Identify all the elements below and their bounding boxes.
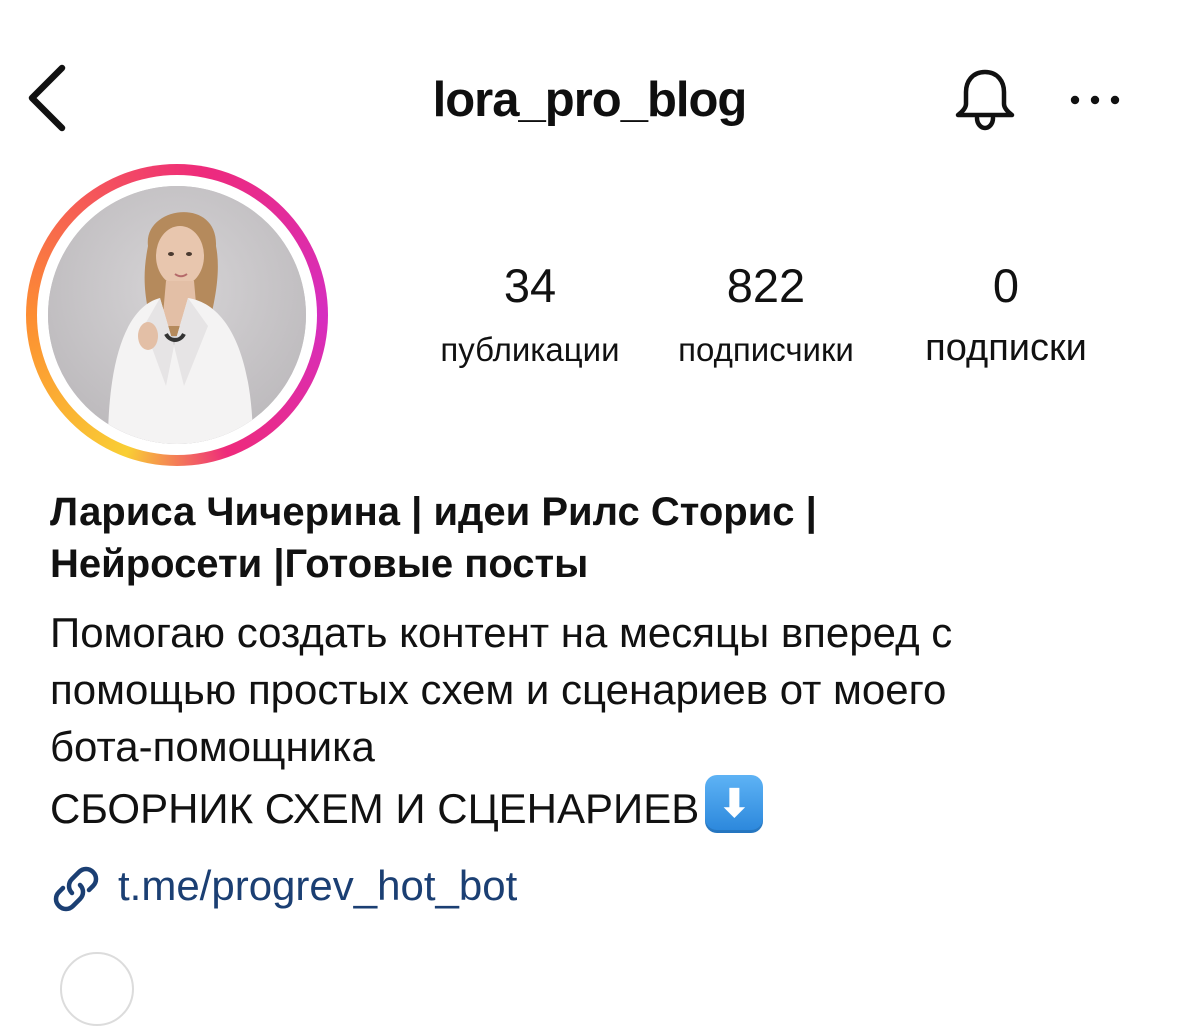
bio-line-with-emoji: СБОРНИК СХЕМ И СЦЕНАРИЕВ ⬇ bbox=[50, 775, 1160, 837]
more-options-button[interactable] bbox=[1062, 78, 1128, 122]
following-label: подписки bbox=[925, 327, 1087, 369]
profile-name-line-1: Лариса Чичерина | идеи Рилс Сторис | bbox=[50, 490, 817, 534]
highlight-circle[interactable] bbox=[60, 952, 134, 1026]
bio-line: СБОРНИК СХЕМ И СЦЕНАРИЕВ bbox=[50, 785, 700, 832]
following-count: 0 bbox=[992, 259, 1020, 312]
bio-line: бота-помощника bbox=[50, 723, 375, 770]
link-icon bbox=[53, 866, 99, 912]
profile-name: Лариса Чичерина | идеи Рилс Сторис | Ней… bbox=[50, 486, 1150, 590]
back-button[interactable] bbox=[22, 60, 74, 136]
notifications-button[interactable] bbox=[947, 60, 1023, 136]
avatar[interactable] bbox=[48, 186, 306, 444]
bio-link-text[interactable]: t.me/progrev_hot_bot bbox=[118, 858, 517, 914]
posts-stat[interactable]: 34 bbox=[440, 258, 620, 314]
avatar-photo bbox=[48, 186, 306, 444]
followers-stat[interactable]: 822 bbox=[676, 258, 856, 314]
bell-icon bbox=[955, 69, 1015, 131]
profile-bio: Помогаю создать контент на месяцы вперед… bbox=[50, 604, 1160, 837]
down-arrow-glyph: ⬇ bbox=[717, 782, 752, 826]
profile-name-line-2: Нейросети |Готовые посты bbox=[50, 542, 589, 586]
followers-count: 822 bbox=[726, 259, 806, 312]
down-arrow-emoji-icon: ⬇ bbox=[705, 775, 764, 833]
bio-line: помощью простых схем и сценариев от моег… bbox=[50, 666, 947, 713]
more-horizontal-icon bbox=[1070, 95, 1120, 105]
followers-label: подписчики bbox=[678, 331, 854, 368]
following-stat[interactable]: 0 bbox=[916, 258, 1096, 314]
posts-label: публикации bbox=[440, 331, 620, 368]
bio-line: Помогаю создать контент на месяцы вперед… bbox=[50, 609, 953, 656]
posts-count: 34 bbox=[503, 259, 557, 312]
chevron-left-icon bbox=[28, 64, 66, 132]
